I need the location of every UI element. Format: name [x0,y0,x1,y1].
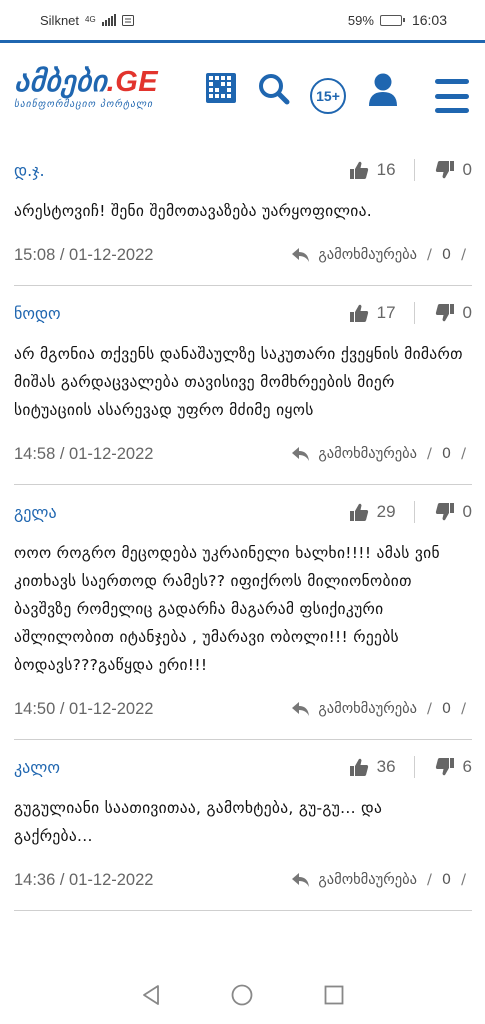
like-button[interactable]: 17 [349,303,396,323]
site-header: ამბები.GE საინფორმაციო პორტალი 15+ [0,40,485,136]
reply-icon [292,447,310,461]
comment-text: ოოო როგრო მეცოდება უკრაინელი ხალხი!!!! ა… [14,544,440,674]
reply-button[interactable]: გამოხმაურება / 0 / [292,872,472,888]
battery-icon [379,14,405,26]
reply-icon [292,702,310,716]
comment-timestamp: 14:50 / 01-12-2022 [14,699,154,718]
dislike-count: 0 [462,160,472,179]
like-button[interactable]: 29 [349,502,396,522]
reply-count: 0 [441,701,452,717]
logo-text: ამბები [14,66,107,98]
comments-list: დ.ჯ. 16 0 არესტოვიჩ! შენი შემოთავაზება უ… [14,143,472,911]
reply-label: გამოხმაურება [318,872,417,888]
search-icon[interactable] [258,73,290,105]
comment-item: დ.ჯ. 16 0 არესტოვიჩ! შენი შემოთავაზება უ… [14,143,472,286]
comment-text: არ მგონია თქვენს დანაშაულზე საკუთარი ქვე… [14,345,463,419]
back-icon[interactable] [139,983,163,1007]
network-type: 4G [85,15,96,24]
reply-count: 0 [441,872,452,888]
comment-author[interactable]: დ.ჯ. [14,161,45,180]
age-rating-badge: 15+ [310,78,346,114]
clock: 16:03 [411,12,447,28]
status-bar: Silknet 4G 59% 16:03 [0,0,485,40]
dislike-button[interactable]: 6 [413,756,472,778]
like-button[interactable]: 16 [349,160,396,180]
thumbs-up-icon [349,758,368,776]
signal-icon [101,14,116,26]
reply-icon [292,248,310,262]
dislike-count: 6 [462,757,472,776]
carrier-info: Silknet 4G [40,13,134,28]
reply-button[interactable]: გამოხმაურება / 0 / [292,446,472,462]
reply-label: გამოხმაურება [318,701,417,717]
like-count: 36 [376,757,396,776]
like-count: 29 [376,502,396,521]
comment-timestamp: 14:36 / 01-12-2022 [14,870,154,889]
thumbs-down-icon [435,304,454,322]
like-count: 17 [376,303,396,322]
reply-label: გამოხმაურება [318,247,417,263]
home-icon[interactable] [230,983,254,1007]
like-count: 16 [376,160,396,179]
reply-icon [292,873,310,887]
thumbs-down-icon [435,503,454,521]
system-nav-bar [0,966,485,1024]
battery-percent: 59% [347,12,374,28]
recents-icon[interactable] [322,983,346,1007]
thumbs-down-icon [435,161,454,179]
comment-item: გელა 29 0 ოოო როგრო მეცოდება უკრაინელი ხ… [14,485,472,740]
dislike-button[interactable]: 0 [413,501,472,523]
logo-tagline: საინფორმაციო პორტალი [14,99,154,110]
reply-button[interactable]: გამოხმაურება / 0 / [292,247,472,263]
comment-item: ნოდო 17 0 არ მგონია თქვენს დანაშაულზე სა… [14,286,472,485]
reply-count: 0 [441,247,452,263]
reply-button[interactable]: გამოხმაურება / 0 / [292,701,472,717]
grid-icon[interactable] [206,73,236,103]
comment-text: გუგულიანი საათივითაა, გამოხტება, გუ-გუ..… [14,799,383,845]
menu-icon[interactable] [434,79,470,113]
thumbs-down-icon [435,758,454,776]
thumbs-up-icon [349,161,368,179]
thumbs-up-icon [349,503,368,521]
carrier-name: Silknet [40,12,80,28]
comment-author[interactable]: გელა [14,503,57,522]
comment-author[interactable]: კალო [14,758,60,777]
comment-timestamp: 14:58 / 01-12-2022 [14,444,154,463]
like-button[interactable]: 36 [349,757,396,777]
dislike-count: 0 [462,303,472,322]
comment-item: კალო 36 6 გუგულიანი საათივითაა, გამოხტებ… [14,740,472,911]
logo-suffix: .GE [106,66,159,98]
thumbs-up-icon [349,304,368,322]
user-icon[interactable] [367,73,399,107]
comment-author[interactable]: ნოდო [14,304,61,323]
reply-label: გამოხმაურება [318,446,417,462]
comment-timestamp: 15:08 / 01-12-2022 [14,245,154,264]
site-logo[interactable]: ამბები.GE საინფორმაციო პორტალი [14,67,158,110]
comment-text: არესტოვიჩ! შენი შემოთავაზება უარყოფილია. [14,202,373,220]
reply-count: 0 [441,446,452,462]
dislike-count: 0 [462,502,472,521]
dislike-button[interactable]: 0 [413,302,472,324]
dislike-button[interactable]: 0 [413,159,472,181]
notification-icon [121,14,134,26]
